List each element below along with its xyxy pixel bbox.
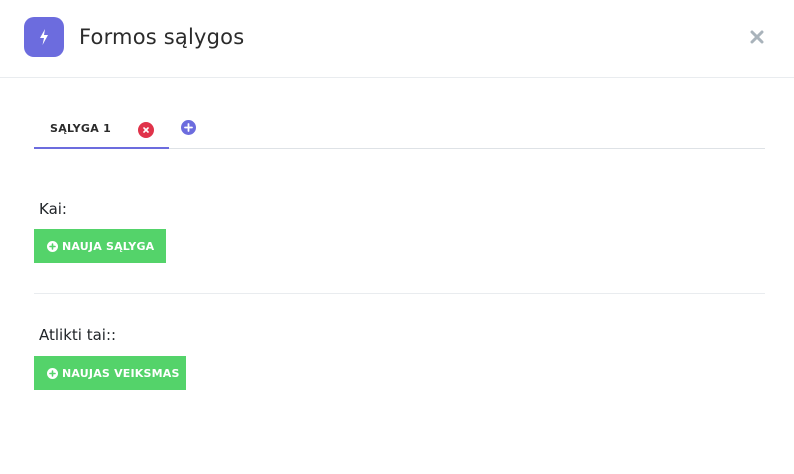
tab-label: SĄLYGA 1	[50, 122, 112, 135]
add-condition-tab-button[interactable]	[181, 120, 196, 135]
plus-icon	[184, 123, 193, 132]
plus-circle-icon	[47, 240, 58, 252]
close-button[interactable]	[747, 27, 767, 47]
then-label: Atlikti tai::	[39, 326, 117, 344]
new-condition-button[interactable]: NAUJA SĄLYGA	[34, 229, 166, 263]
modal-header: Formos sąlygos	[0, 0, 794, 78]
lightning-icon	[24, 17, 64, 57]
when-label: Kai:	[39, 200, 67, 218]
close-icon	[143, 127, 149, 133]
plus-circle-icon	[47, 367, 58, 379]
close-icon[interactable]	[750, 30, 764, 44]
condition-tabs: SĄLYGA 1	[34, 111, 765, 149]
remove-condition-button[interactable]	[138, 122, 154, 138]
new-action-label: NAUJAS VEIKSMAS	[62, 366, 180, 380]
section-divider	[34, 293, 765, 294]
new-condition-label: NAUJA SĄLYGA	[62, 239, 155, 253]
modal-title: Formos sąlygos	[79, 25, 245, 49]
tab-condition-1[interactable]: SĄLYGA 1	[34, 111, 169, 149]
new-action-button[interactable]: NAUJAS VEIKSMAS	[34, 356, 186, 390]
